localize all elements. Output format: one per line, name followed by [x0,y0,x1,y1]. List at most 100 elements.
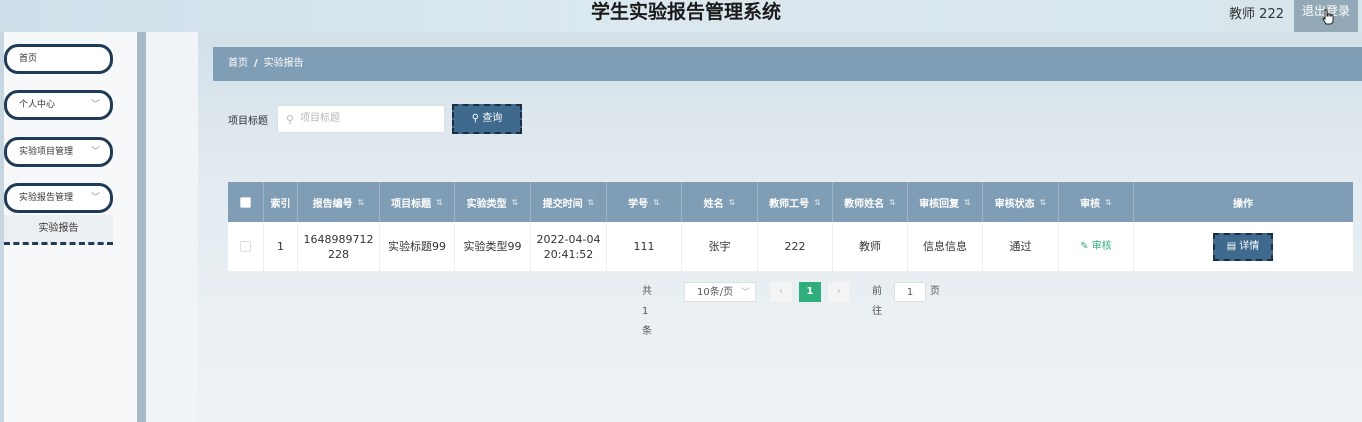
sort-icon[interactable]: ⇅ [1105,198,1112,207]
page-size-select[interactable]: 10条/页 ﹀ [684,282,756,302]
detail-button[interactable]: ▤ 详情 [1213,232,1273,261]
column-header-label: 操作 [1233,198,1253,210]
column-header-label: 索引 [270,198,291,210]
column-header-label: 项目标题 [391,198,432,210]
column-header[interactable]: 审核状态 ⇅ [983,182,1059,222]
sort-icon[interactable]: ⇅ [889,198,896,207]
cell-review: ✎ 审核 [1059,222,1134,271]
column-header-label: 审核 [1080,198,1101,210]
sidebar-item-home[interactable]: 首页 [4,44,113,74]
goto-page-input[interactable]: 1 [894,282,926,302]
sort-icon[interactable]: ⇅ [512,198,519,207]
cell-teacher-no: 222 [758,222,833,271]
sort-icon[interactable]: ⇅ [964,198,971,207]
breadcrumb-current: 实验报告 [263,58,304,69]
table-row: 1 1648989712 228 实验标题99 实验类型99 2022-04-0… [228,222,1353,272]
column-header-label: 审核状态 [994,198,1035,210]
cell-actions: ▤ 详情 [1134,222,1352,271]
column-header[interactable]: 审核 ⇅ [1059,182,1134,222]
cell-teacher-name: 教师 [833,222,908,271]
report-table: 索引 报告编号 ⇅ 项目标题 ⇅ 实验类型 ⇅ 提交时间 ⇅ 学号 ⇅ 姓名 ⇅ 教师工号 ⇅… [228,182,1353,272]
column-header[interactable]: 报告编号 ⇅ [298,182,380,222]
sort-icon[interactable]: ⇅ [729,198,736,207]
document-icon: ▤ [1226,241,1237,252]
app-title: 学生实验报告管理系统 [590,1,781,23]
column-header-label: 学号 [628,198,649,210]
sort-icon[interactable]: ⇅ [358,198,365,207]
total-count: 共 1 条 [642,286,652,337]
report-no-part: 1648989712 [303,232,374,246]
page-unit-label: 页 [930,286,940,297]
column-header[interactable]: 教师姓名 ⇅ [833,182,908,222]
sort-icon[interactable]: ⇅ [436,198,443,207]
sort-icon[interactable]: ⇅ [653,198,660,207]
cell-student-no: 111 [607,222,682,271]
sidebar-item-label: 实验报告管理 [19,193,74,203]
sidebar-item-experiment-projects[interactable]: 实验项目管理 ﹀ [4,137,113,167]
sidebar-item-label: 实验项目管理 [19,147,74,157]
submit-time: 20:41:52 [543,247,594,261]
query-button-label: 查询 [482,113,503,124]
column-header-label: 提交时间 [542,198,583,210]
breadcrumb-home-link[interactable]: 首页 [228,58,248,69]
edit-icon: ✎ [1080,241,1089,252]
report-no-part: 228 [328,247,349,261]
search-input[interactable]: ⚲ 项目标题 [277,105,445,133]
column-header-label: 教师姓名 [844,198,885,210]
sidebar-item-experiment-reports[interactable]: 实验报告管理 ﹀ [4,183,113,213]
cell-submit-time: 2022-04-04 20:41:52 [531,222,607,271]
column-header[interactable]: 项目标题 ⇅ [380,182,455,222]
prev-page-button[interactable]: ‹ [770,282,792,302]
cell-index: 1 [264,222,298,271]
cell-exp-type: 实验类型99 [455,222,531,271]
column-header[interactable]: 学号 ⇅ [607,182,682,222]
sort-icon[interactable]: ⇅ [588,198,595,207]
chevron-down-icon: ﹀ [90,193,100,203]
column-header-label: 姓名 [703,198,724,210]
column-header[interactable]: 教师工号 ⇅ [758,182,833,222]
cell-report-no: 1648989712 228 [298,222,380,271]
submit-date: 2022-04-04 [536,232,601,246]
column-header[interactable]: 实验类型 ⇅ [455,182,531,222]
goto-label: 前往 [872,286,882,317]
search-label: 项目标题 [228,116,268,127]
review-link-label: 审核 [1091,241,1112,252]
review-link[interactable]: ✎ 审核 [1080,239,1112,254]
breadcrumb-separator: / [254,58,258,69]
chevron-down-icon: ﹀ [740,288,750,298]
column-header[interactable]: 审核回复 ⇅ [908,182,983,222]
cell-name: 张宇 [682,222,758,271]
sidebar-subitem-experiment-report[interactable]: 实验报告 [4,215,113,245]
sort-icon[interactable]: ⇅ [814,198,821,207]
page-size-value: 10条/页 [697,287,734,298]
table-header: 索引 报告编号 ⇅ 项目标题 ⇅ 实验类型 ⇅ 提交时间 ⇅ 学号 ⇅ 姓名 ⇅ 教师工号 ⇅… [228,182,1353,222]
select-all-checkbox-cell [228,182,264,222]
current-user-label: 教师 222 [1229,7,1284,22]
search-icon: ⚲ [471,113,480,124]
sidebar-item-label: 个人中心 [19,100,56,110]
column-header[interactable]: 提交时间 ⇅ [531,182,607,222]
column-header: 索引 [264,182,298,222]
page-number-current[interactable]: 1 [799,282,821,302]
search-icon: ⚲ [286,113,295,126]
query-button[interactable]: ⚲ 查询 [452,104,522,134]
detail-button-label: 详情 [1239,241,1260,252]
breadcrumb: 首页 / 实验报告 [213,47,1362,81]
column-header-label: 审核回复 [919,198,960,210]
cell-review-status: 通过 [983,222,1059,271]
hand-cursor-icon [1322,9,1334,25]
sidebar-item-personal-center[interactable]: 个人中心 ﹀ [4,90,113,120]
app-header: 学生实验报告管理系统 教师 222 退出登录 [0,0,1362,32]
column-header[interactable]: 姓名 ⇅ [682,182,758,222]
column-header: 操作 [1134,182,1352,222]
sort-icon[interactable]: ⇅ [1040,198,1047,207]
row-checkbox[interactable] [240,241,251,252]
chevron-down-icon: ﹀ [90,100,100,110]
cell-project-title: 实验标题99 [380,222,455,271]
sidebar-gap [146,32,198,422]
next-page-button[interactable]: › [828,282,850,302]
select-all-checkbox[interactable] [240,196,251,208]
column-header-label: 报告编号 [312,198,353,210]
column-header-label: 教师工号 [769,198,810,210]
sidebar-divider [137,32,146,422]
